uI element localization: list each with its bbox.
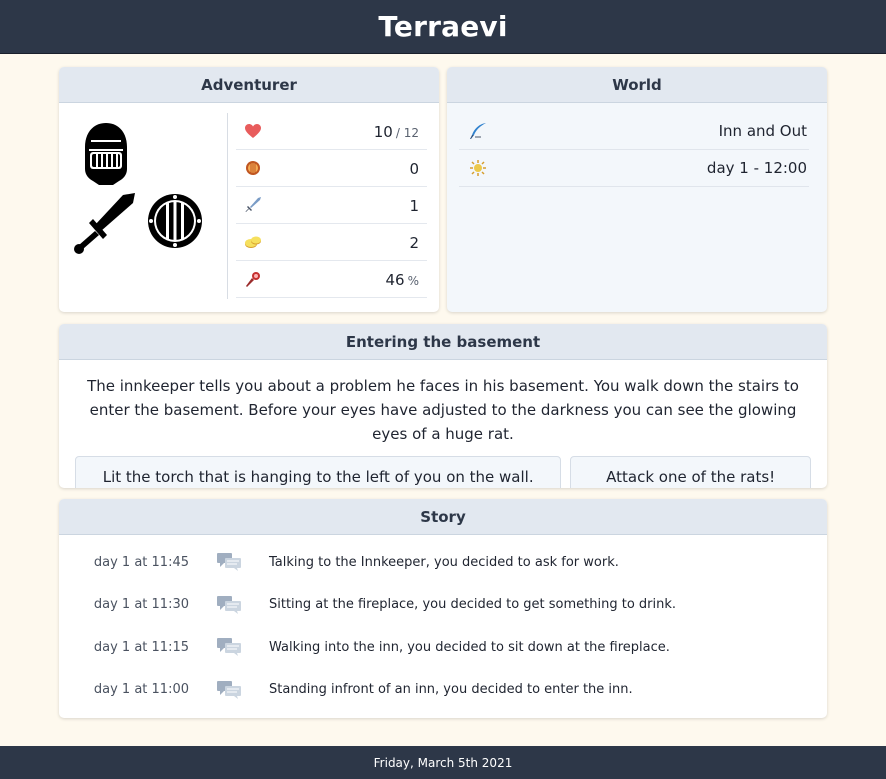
encounter-panel: Entering the basement The innkeeper tell… [59,324,827,488]
quill-icon [469,122,487,140]
story-entry: day 1 at 11:15 Walking into the inn, you… [59,626,827,669]
stat-armor: 0 [236,150,427,187]
knight-helmet-icon[interactable] [81,121,131,191]
speech-bubbles-icon [201,552,257,572]
adventurer-header: Adventurer [59,67,439,103]
choice-light-torch-button[interactable]: Lit the torch that is hanging to the lef… [75,456,562,488]
story-text: Standing infront of an inn, you decided … [269,682,633,698]
story-time: day 1 at 11:15 [93,639,189,655]
story-time: day 1 at 11:00 [93,682,189,698]
story-text: Talking to the Innkeeper, you decided to… [269,554,619,570]
story-log: day 1 at 11:45 Talking to the Innkeeper,… [59,535,827,711]
world-header: World [447,67,827,103]
shield-small-icon [244,159,262,177]
adventurer-panel: Adventurer 10 / 12 0 1 2 46 % [59,67,439,312]
story-text: Walking into the inn, you decided to sit… [269,639,670,655]
stat-torch: 46% [236,261,427,298]
sword-icon[interactable] [73,189,139,259]
story-entry: day 1 at 11:00 Standing infront of an in… [59,669,827,712]
heart-icon [244,122,262,140]
round-shield-icon[interactable] [147,193,203,253]
world-time: day 1 - 12:00 [459,150,809,187]
encounter-title: Entering the basement [59,324,827,360]
stat-gold: 2 [236,224,427,261]
speech-bubbles-icon [201,680,257,700]
speech-bubbles-icon [201,595,257,615]
app-title: Terraevi [378,10,508,43]
speech-bubbles-icon [201,637,257,657]
stats-list: 10/ 12 0 1 2 46 % [228,103,439,312]
sword-small-icon [244,196,262,214]
story-header: Story [59,499,827,535]
story-text: Sitting at the fireplace, you decided to… [269,597,677,613]
story-time: day 1 at 11:30 [93,597,189,613]
torch-icon [244,270,262,288]
story-time: day 1 at 11:45 [93,554,189,570]
story-entry: day 1 at 11:30 Sitting at the fireplace,… [59,584,827,627]
choice-list: Lit the torch that is hanging to the lef… [59,446,827,488]
world-location: Inn and Out [459,113,809,150]
sun-icon [469,159,487,177]
equipment-area [59,113,228,299]
stat-attack: 1 [236,187,427,224]
stat-health: 10/ 12 [236,113,427,150]
story-entry: day 1 at 11:45 Talking to the Innkeeper,… [59,541,827,584]
app-header: Terraevi [0,0,886,54]
app-footer: Friday, March 5th 2021 [0,746,886,779]
coins-icon [244,233,262,251]
world-panel: World Inn and Out day 1 - 12:00 [447,67,827,312]
encounter-description: The innkeeper tells you about a problem … [87,377,799,443]
story-panel: Story day 1 at 11:45 Talking to the Innk… [59,499,827,718]
choice-attack-rat-button[interactable]: Attack one of the rats! [570,456,811,488]
footer-date: Friday, March 5th 2021 [373,755,513,770]
